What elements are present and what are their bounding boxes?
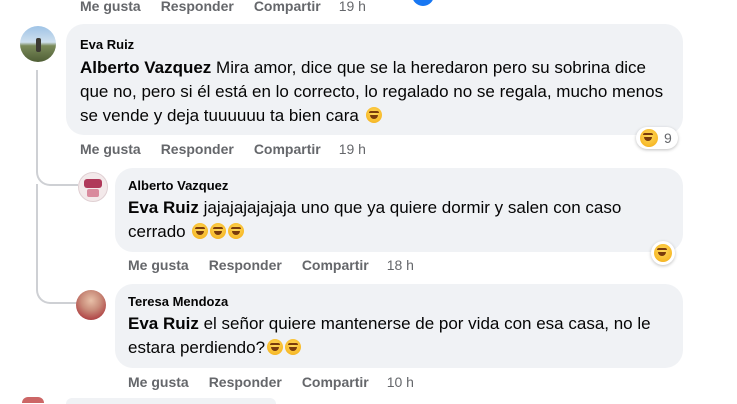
share-button[interactable]: Compartir (254, 141, 321, 157)
avatar[interactable] (78, 172, 108, 202)
comment-time[interactable]: 19 h (339, 141, 366, 157)
reaction-summary[interactable]: 9 (636, 127, 678, 149)
comment-body: el señor quiere mantenerse de por vida c… (128, 314, 651, 357)
comment-bubble: Alberto Vazquez Eva Ruiz jajajajajajaja … (115, 168, 683, 252)
avatar[interactable] (76, 290, 106, 320)
comment-author[interactable]: Eva Ruiz (80, 37, 134, 52)
comment-bubble: Eva Ruiz Alberto Vazquez Mira amor, dice… (66, 24, 683, 135)
comment-actions: Me gusta Responder Compartir 10 h (128, 374, 434, 390)
comment-time[interactable]: 18 h (387, 257, 414, 273)
like-button[interactable]: Me gusta (80, 0, 141, 14)
share-button[interactable]: Compartir (254, 0, 321, 14)
comment-text: Eva Ruiz jajajajajajaja uno que ya quier… (128, 196, 673, 244)
laughing-emoji-icon (365, 107, 382, 123)
reply-button[interactable]: Responder (209, 257, 282, 273)
avatar[interactable] (22, 397, 44, 403)
comment-bubble (66, 398, 276, 404)
laughing-emoji-icon (228, 223, 245, 239)
like-button[interactable]: Me gusta (80, 141, 141, 157)
mention-link[interactable]: Eva Ruiz (128, 314, 199, 333)
share-button[interactable]: Compartir (302, 374, 369, 390)
reply-button[interactable]: Responder (161, 141, 234, 157)
comment-text: Alberto Vazquez Mira amor, dice que se l… (80, 56, 670, 128)
thread-line (36, 184, 78, 304)
reaction-summary[interactable] (651, 241, 675, 265)
comment-text: Eva Ruiz el señor quiere mantenerse de p… (128, 312, 673, 360)
laughing-emoji-icon (192, 223, 209, 239)
comment-actions: Me gusta Responder Compartir 19 h (80, 141, 386, 157)
comment-author[interactable]: Teresa Mendoza (128, 294, 228, 309)
grinning-emoji-icon (267, 339, 284, 355)
comment-time[interactable]: 10 h (387, 374, 414, 390)
reaction-badge[interactable] (412, 0, 434, 6)
reply-button[interactable]: Responder (209, 374, 282, 390)
like-button[interactable]: Me gusta (128, 374, 189, 390)
avatar[interactable] (20, 26, 56, 62)
comment-bubble: Teresa Mendoza Eva Ruiz el señor quiere … (115, 284, 683, 368)
comment-actions: Me gusta Responder Compartir 18 h (128, 257, 434, 273)
comment-author[interactable]: Alberto Vazquez (128, 178, 228, 193)
like-button[interactable]: Me gusta (128, 257, 189, 273)
reaction-count: 9 (664, 130, 672, 146)
reply-button[interactable]: Responder (161, 0, 234, 14)
grinning-emoji-icon (285, 339, 302, 355)
mention-link[interactable]: Alberto Vazquez (80, 58, 211, 77)
top-comment-actions: Me gusta Responder Compartir 19 h (80, 0, 386, 14)
haha-reaction-icon (654, 244, 672, 262)
share-button[interactable]: Compartir (302, 257, 369, 273)
mention-link[interactable]: Eva Ruiz (128, 198, 199, 217)
haha-reaction-icon (640, 129, 658, 147)
laughing-emoji-icon (210, 223, 227, 239)
comment-time[interactable]: 19 h (339, 0, 366, 14)
